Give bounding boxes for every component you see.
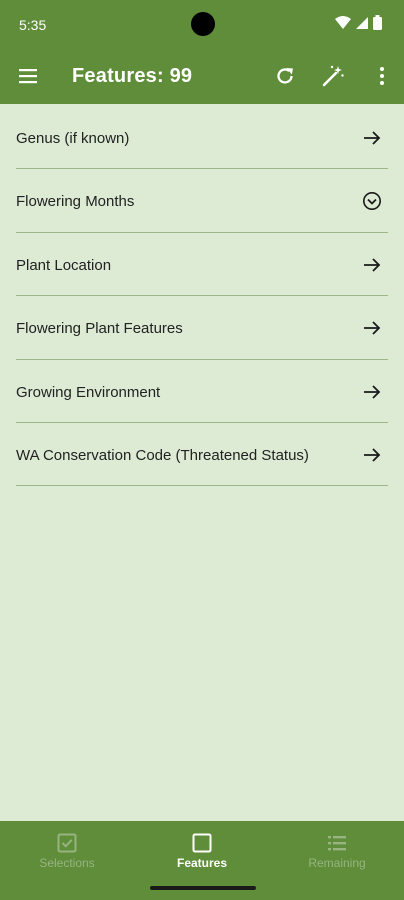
list-item-label: Plant Location xyxy=(16,256,112,274)
list-item-label: Flowering Months xyxy=(16,193,135,211)
list-item-genus[interactable]: Genus (if known) xyxy=(16,106,388,170)
arrow-right-icon xyxy=(364,131,381,145)
home-indicator[interactable] xyxy=(150,886,256,890)
list-item-growing-environment[interactable]: Growing Environment xyxy=(16,360,388,423)
list-icon xyxy=(328,836,346,851)
battery-icon xyxy=(373,15,382,30)
status-icons xyxy=(335,15,382,30)
list-item-label: Growing Environment xyxy=(16,383,161,401)
tab-label: Selections xyxy=(39,856,95,870)
list-item-label: Flowering Plant Features xyxy=(16,320,183,338)
list-item-label: Genus (if known) xyxy=(16,130,130,147)
signal-icon xyxy=(356,16,368,29)
list-item-flowering-plant-features[interactable]: Flowering Plant Features xyxy=(16,296,388,360)
refresh-icon[interactable] xyxy=(273,64,297,88)
list-item-conservation-code[interactable]: WA Conservation Code (Threatened Status) xyxy=(16,423,388,487)
page-title: Features: 99 xyxy=(72,65,193,87)
list-item-plant-location[interactable]: Plant Location xyxy=(16,233,388,297)
arrow-right-icon xyxy=(364,258,381,272)
status-time: 5:35 xyxy=(19,17,47,33)
checkbox-icon xyxy=(57,833,77,853)
chevron-down-circle-icon xyxy=(363,192,381,211)
arrow-right-icon xyxy=(364,321,381,335)
tab-remaining[interactable]: Remaining xyxy=(270,821,404,900)
arrow-right-icon xyxy=(364,448,381,462)
camera-cutout xyxy=(191,12,215,36)
more-options-icon[interactable] xyxy=(370,64,394,88)
tab-label: Remaining xyxy=(308,856,366,870)
list-item-label: WA Conservation Code (Threatened Status) xyxy=(16,446,309,464)
tab-selections[interactable]: Selections xyxy=(0,821,134,900)
magic-wand-icon[interactable] xyxy=(321,64,345,88)
arrow-right-icon xyxy=(364,384,381,399)
menu-icon[interactable] xyxy=(16,64,40,88)
status-bar: 5:35 xyxy=(0,0,404,48)
feature-list: Genus (if known) Flowering Months Plant … xyxy=(0,106,404,487)
app-bar: Features: 99 xyxy=(0,48,404,104)
square-icon xyxy=(192,833,212,853)
list-item-flowering-months[interactable]: Flowering Months xyxy=(16,169,388,233)
wifi-icon xyxy=(335,15,351,29)
tab-label: Features xyxy=(176,856,228,870)
